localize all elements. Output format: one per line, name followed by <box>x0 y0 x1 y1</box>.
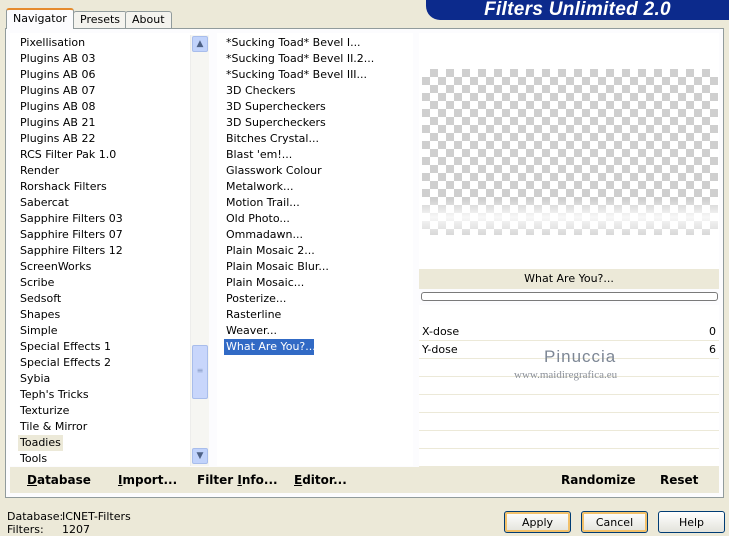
filter-item[interactable]: Bitches Crystal... <box>224 131 321 147</box>
editor-button[interactable]: Editor... <box>294 467 347 493</box>
category-item[interactable]: Teph's Tricks <box>18 387 91 403</box>
filter-item[interactable]: *Sucking Toad* Bevel II.2... <box>224 51 376 67</box>
category-item[interactable]: Sapphire Filters 03 <box>18 211 125 227</box>
category-item[interactable]: Sabercat <box>18 195 71 211</box>
tab-presets[interactable]: Presets <box>73 11 128 28</box>
filter-item[interactable]: 3D Supercheckers <box>224 99 328 115</box>
category-item[interactable]: Sedsoft <box>18 291 63 307</box>
category-item[interactable]: Render <box>18 163 61 179</box>
cancel-button[interactable]: Cancel <box>581 511 648 533</box>
param-value[interactable]: 0 <box>709 323 716 341</box>
category-item[interactable]: Special Effects 1 <box>18 339 113 355</box>
filter-item[interactable]: 3D Checkers <box>224 83 297 99</box>
param-name: Y-dose <box>422 343 458 356</box>
import-button[interactable]: Import... <box>118 467 177 493</box>
current-filter-name: What Are You?... <box>419 269 719 289</box>
database-info-value: ICNET-Filters <box>62 510 131 523</box>
action-bar: Database Import... Filter Info... Editor… <box>10 467 719 493</box>
filter-item[interactable]: Metalwork... <box>224 179 295 195</box>
footer-info: Database:ICNET-Filters Filters: 1207 <box>7 510 131 536</box>
category-scrollbar[interactable]: ▲ ≡ ▼ <box>190 35 209 466</box>
category-list[interactable]: Pixellisation Plugins AB 03 Plugins AB 06 P… <box>10 33 208 466</box>
filter-item[interactable]: Plain Mosaic Blur... <box>224 259 331 275</box>
parameter-list: X-dose 0 Y-dose 6 <box>419 305 719 467</box>
category-item[interactable]: Tools <box>18 451 49 466</box>
category-item[interactable]: Special Effects 2 <box>18 355 113 371</box>
filter-info-label: nfo... <box>241 473 278 487</box>
category-item[interactable]: Plugins AB 08 <box>18 99 97 115</box>
filters-count-value: 1207 <box>62 523 90 536</box>
filter-item[interactable]: Glasswork Colour <box>224 163 324 179</box>
editor-mnemonic: E <box>294 473 303 487</box>
filter-item[interactable]: Old Photo... <box>224 211 292 227</box>
filter-item[interactable]: Posterize... <box>224 291 288 307</box>
category-item[interactable]: Sapphire Filters 07 <box>18 227 125 243</box>
filter-list[interactable]: *Sucking Toad* Bevel I... *Sucking Toad* … <box>217 33 413 466</box>
import-label: mport... <box>122 473 178 487</box>
param-row-x-dose[interactable]: X-dose 0 <box>419 323 719 341</box>
category-item[interactable]: Plugins AB 06 <box>18 67 97 83</box>
filter-item[interactable]: *Sucking Toad* Bevel I... <box>224 35 363 51</box>
category-item[interactable]: Tile & Mirror <box>18 419 89 435</box>
filter-item[interactable]: Plain Mosaic... <box>224 275 306 291</box>
category-item[interactable]: Shapes <box>18 307 62 323</box>
filter-item[interactable]: Blast 'em!... <box>224 147 294 163</box>
filters-count-label: Filters: <box>7 523 44 536</box>
filter-item[interactable]: *Sucking Toad* Bevel III... <box>224 67 369 83</box>
param-name: X-dose <box>422 325 460 338</box>
randomize-button[interactable]: Randomize <box>561 467 635 493</box>
filter-info-prefix: Filter <box>197 473 238 487</box>
preview-image <box>422 69 718 235</box>
category-item[interactable]: Pixellisation <box>18 35 87 51</box>
category-item[interactable]: Toadies <box>18 435 63 451</box>
database-mnemonic: D <box>27 473 37 487</box>
category-item[interactable]: ScreenWorks <box>18 259 93 275</box>
category-item[interactable]: Plugins AB 03 <box>18 51 97 67</box>
param-row-empty <box>419 395 719 413</box>
category-item[interactable]: Scribe <box>18 275 56 291</box>
param-row-empty <box>419 413 719 431</box>
scroll-up-button[interactable]: ▲ <box>192 36 208 52</box>
reset-button[interactable]: Reset <box>660 467 698 493</box>
tab-navigator[interactable]: Navigator <box>6 8 74 29</box>
app-title-banner: Filters Unlimited 2.0 <box>426 0 729 20</box>
progress-bar <box>421 292 718 301</box>
watermark-name: Pinuccia <box>544 347 617 366</box>
watermark-url: www.maidiregrafica.eu <box>514 369 618 381</box>
filter-info-button[interactable]: Filter Info... <box>197 467 278 493</box>
apply-button[interactable]: Apply <box>504 511 571 533</box>
database-info-label: Database: <box>7 510 64 523</box>
param-row-empty <box>419 431 719 449</box>
param-row-empty <box>419 449 719 467</box>
category-item[interactable]: Simple <box>18 323 60 339</box>
category-item[interactable]: Sybia <box>18 371 52 387</box>
param-value[interactable]: 6 <box>709 341 716 359</box>
tab-about[interactable]: About <box>125 11 172 28</box>
help-button[interactable]: Help <box>658 511 725 533</box>
category-item[interactable]: Texturize <box>18 403 71 419</box>
filter-item[interactable]: Ommadawn... <box>224 227 305 243</box>
database-label: atabase <box>36 473 91 487</box>
category-item[interactable]: Plugins AB 21 <box>18 115 97 131</box>
database-button[interactable]: Database <box>27 467 91 493</box>
filter-item[interactable]: 3D Supercheckers <box>224 115 328 131</box>
filter-item[interactable]: Weaver... <box>224 323 279 339</box>
category-item[interactable]: Rorshack Filters <box>18 179 109 195</box>
category-item[interactable]: Sapphire Filters 12 <box>18 243 125 259</box>
category-item[interactable]: Plugins AB 07 <box>18 83 97 99</box>
category-item[interactable]: Plugins AB 22 <box>18 131 97 147</box>
filter-item[interactable]: Rasterline <box>224 307 283 323</box>
scroll-down-button[interactable]: ▼ <box>192 448 208 464</box>
filter-item[interactable]: Plain Mosaic 2... <box>224 243 317 259</box>
editor-label: ditor... <box>302 473 347 487</box>
filter-item[interactable]: Motion Trail... <box>224 195 302 211</box>
filter-item[interactable]: What Are You?... <box>224 339 316 355</box>
category-item[interactable]: RCS Filter Pak 1.0 <box>18 147 118 163</box>
scroll-thumb[interactable]: ≡ <box>192 345 208 399</box>
